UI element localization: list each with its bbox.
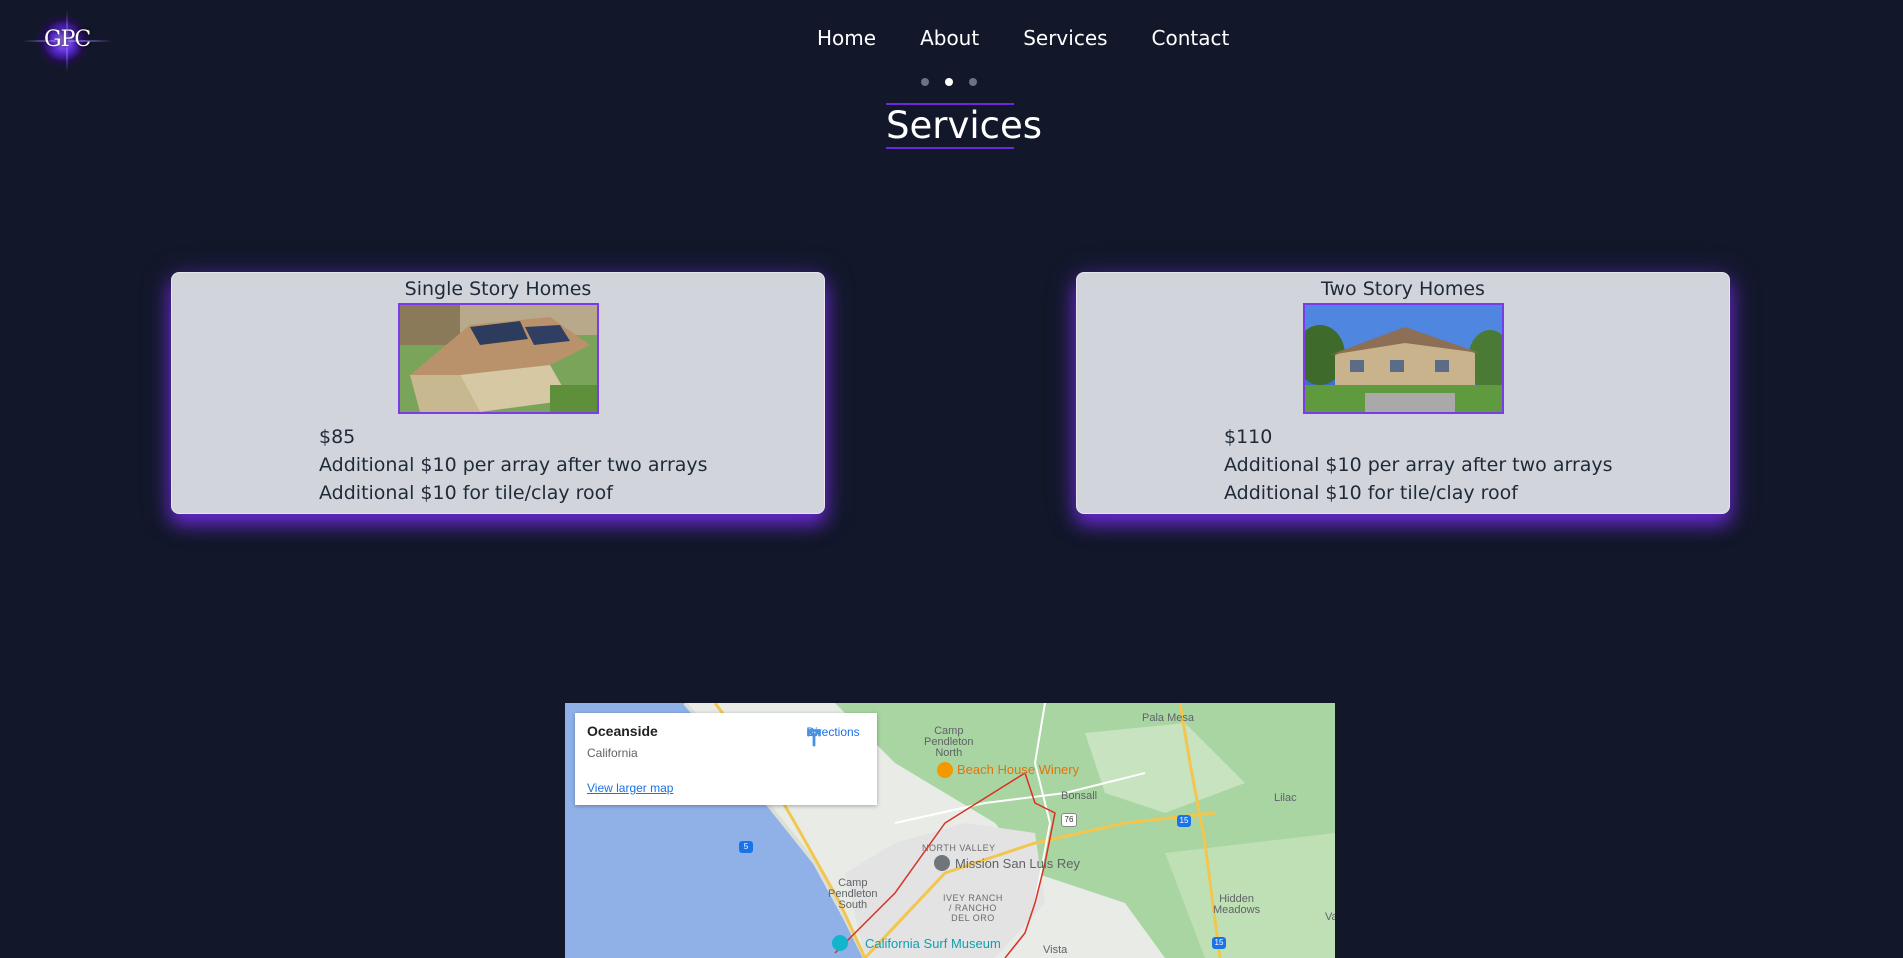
directions-button[interactable]: Directions xyxy=(803,725,863,747)
card-detail-line: Additional $10 per array after two array… xyxy=(319,454,708,476)
map-label-camp-pendleton-south: Camp Pendleton South xyxy=(828,878,878,911)
map-label-line: / RANCHO xyxy=(948,903,997,913)
map-label-line: North xyxy=(935,747,963,759)
nav-contact[interactable]: Contact xyxy=(1152,26,1230,50)
directions-icon xyxy=(807,729,821,747)
highway-shield-15: 15 xyxy=(1177,815,1191,827)
card-detail-line: Additional $10 for tile/clay roof xyxy=(1224,482,1518,504)
logo-text: GPC xyxy=(44,27,91,52)
card-detail-line: Additional $10 for tile/clay roof xyxy=(319,482,613,504)
card-detail-line: Additional $10 per array after two array… xyxy=(1224,454,1613,476)
section-title: Services xyxy=(886,103,1042,149)
carousel-dot-2-active[interactable] xyxy=(945,78,953,86)
embedded-map[interactable]: Camp Pendleton North Pala Mesa Beach Hou… xyxy=(565,703,1335,958)
card-details: $110 Additional $10 per array after two … xyxy=(1224,423,1613,507)
highway-shield-15: 15 xyxy=(1212,937,1226,949)
main-nav: Home About Services Contact xyxy=(817,26,1229,50)
map-label-vista: Vista xyxy=(1043,944,1068,956)
service-card-single-story: Single Story Homes $85 Additional $10 pe… xyxy=(171,272,825,514)
highway-shield-5: 5 xyxy=(739,841,753,853)
nav-home[interactable]: Home xyxy=(817,26,876,50)
nav-about[interactable]: About xyxy=(920,26,979,50)
nav-services[interactable]: Services xyxy=(1023,26,1107,50)
map-poi-mission-san-luis-rey[interactable]: Mission San Luis Rey xyxy=(955,856,1080,871)
card-details: $85 Additional $10 per array after two a… xyxy=(319,423,708,507)
map-label-line: DEL ORO xyxy=(951,913,995,923)
single-story-home-image xyxy=(398,303,599,414)
site-logo[interactable]: GPC xyxy=(22,10,112,72)
map-poi-beach-house-winery[interactable]: Beach House Winery xyxy=(957,762,1079,777)
card-title: Single Story Homes xyxy=(404,278,592,300)
highway-shield-76: 76 xyxy=(1061,813,1077,827)
view-larger-map-link[interactable]: View larger map xyxy=(587,781,673,795)
map-label-pala-mesa: Pala Mesa xyxy=(1142,712,1194,724)
map-label-va: Va xyxy=(1325,911,1335,923)
service-card-two-story: Two Story Homes $110 Additional $10 per … xyxy=(1076,272,1730,514)
two-story-home-image xyxy=(1303,303,1504,414)
carousel-indicators xyxy=(921,78,977,86)
section-title-text: Services xyxy=(886,104,1043,147)
map-label-camp-pendleton-north: Camp Pendleton North xyxy=(924,726,974,759)
map-label-hidden-meadows: Hidden Meadows xyxy=(1213,894,1260,916)
map-place-region: California xyxy=(587,746,638,760)
map-place-name: Oceanside xyxy=(587,723,658,739)
card-title: Two Story Homes xyxy=(1321,278,1485,300)
map-label-lilac: Lilac xyxy=(1274,792,1297,804)
map-info-card: Oceanside California View larger map Dir… xyxy=(575,713,877,805)
map-label-line: Meadows xyxy=(1213,904,1261,916)
map-label-line: IVEY RANCH xyxy=(943,893,1003,903)
carousel-dot-3[interactable] xyxy=(969,78,977,86)
map-label-line: South xyxy=(838,899,868,911)
map-label-north-valley: NORTH VALLEY xyxy=(922,843,996,853)
map-label-ivey-ranch: IVEY RANCH / RANCHO DEL ORO xyxy=(943,893,1003,923)
card-price: $110 xyxy=(1224,426,1273,448)
card-price: $85 xyxy=(319,426,356,448)
map-label-bonsall: Bonsall xyxy=(1061,790,1098,802)
map-poi-california-surf-museum[interactable]: California Surf Museum xyxy=(865,936,1001,951)
carousel-dot-1[interactable] xyxy=(921,78,929,86)
